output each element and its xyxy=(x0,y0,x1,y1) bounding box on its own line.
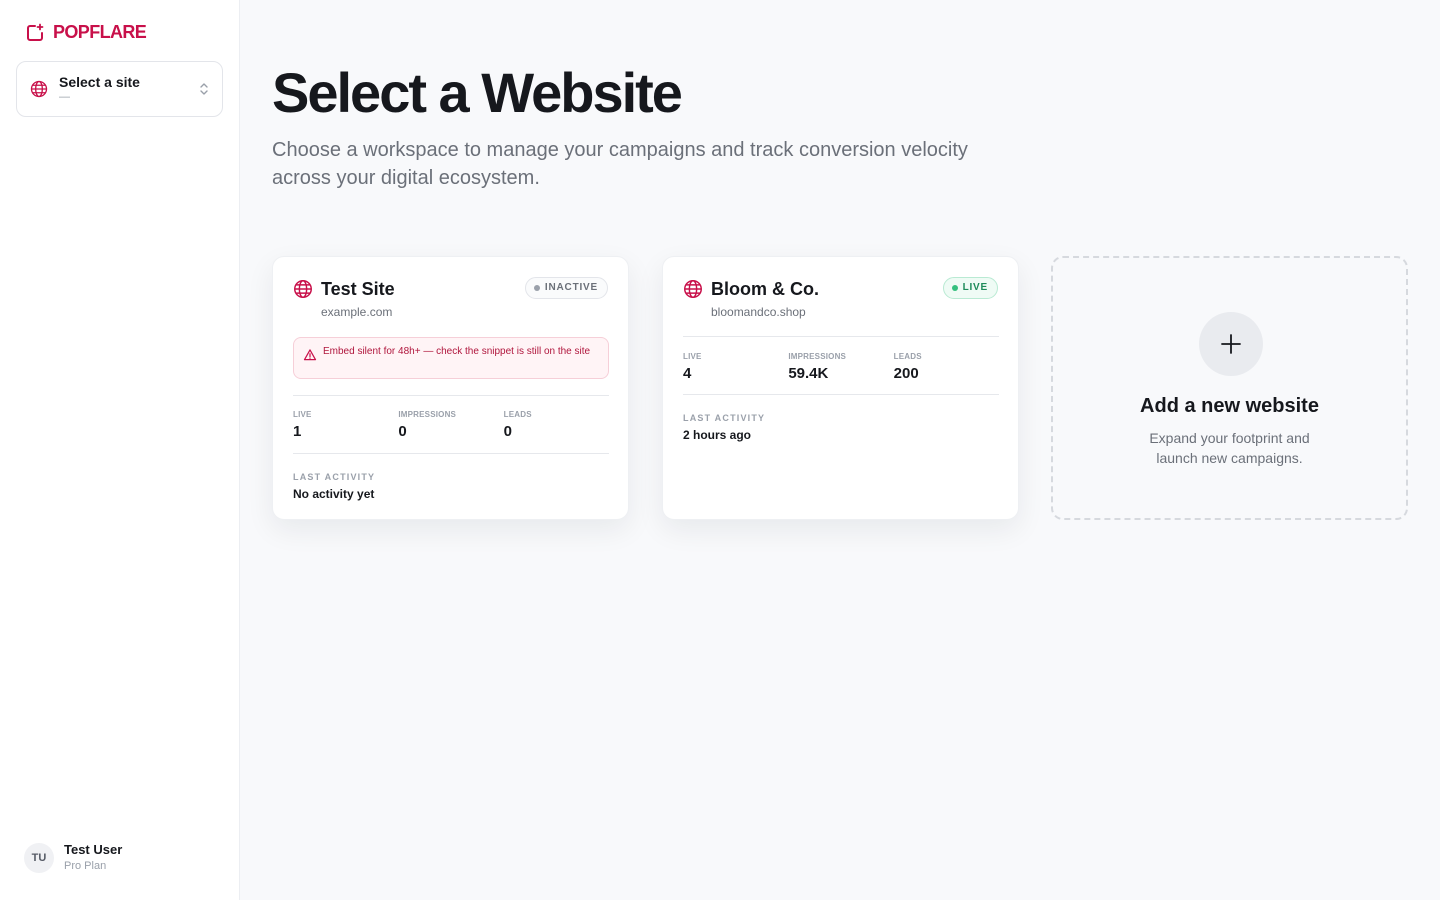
stat-leads: LEADS 0 xyxy=(504,409,609,441)
divider xyxy=(293,453,609,454)
divider xyxy=(683,394,999,395)
page-subtitle: Choose a workspace to manage your campai… xyxy=(272,139,968,189)
page-title: Select a Website xyxy=(272,61,683,124)
user-profile[interactable]: TU Test User Pro Plan xyxy=(24,842,122,873)
add-website-subtitle: Expand your footprint and launch new cam… xyxy=(1149,430,1310,466)
user-plan: Pro Plan xyxy=(64,860,107,872)
globe-icon xyxy=(684,280,702,298)
globe-icon xyxy=(30,80,48,98)
sparkle-square-icon xyxy=(27,23,44,41)
last-activity: LAST ACTIVITY No activity yet xyxy=(293,471,375,502)
add-website-title: Add a new website xyxy=(1140,395,1319,417)
stat-label: LEADS xyxy=(503,410,532,419)
stat-impressions: IMPRESSIONS 59.4K xyxy=(788,351,893,383)
status-badge: INACTIVE xyxy=(524,277,608,299)
chevron-up-down-icon xyxy=(200,83,208,95)
status-label: LIVE xyxy=(962,282,988,293)
globe-icon xyxy=(294,280,312,298)
site-name: Test Site xyxy=(321,279,395,299)
main-content: Select a Website Choose a workspace to m… xyxy=(240,0,1440,900)
stat-label: IMPRESSIONS xyxy=(788,352,847,361)
stat-value: 59.4K xyxy=(788,365,829,382)
status-dot xyxy=(533,285,540,291)
sidebar: POPFLARE Select a site — TU Test User Pr… xyxy=(0,0,240,900)
brand-logo[interactable]: POPFLARE xyxy=(25,22,147,43)
plus-icon xyxy=(1221,334,1241,354)
site-stats: LIVE 1 IMPRESSIONS 0 LEADS 0 xyxy=(293,409,609,441)
stat-value: 200 xyxy=(893,365,919,382)
warning-triangle-icon xyxy=(303,349,317,361)
site-selector[interactable]: Select a site — xyxy=(16,61,223,117)
alert-text: Embed silent for 48h+ — check the snippe… xyxy=(323,346,591,357)
embed-warning-alert: Embed silent for 48h+ — check the snippe… xyxy=(293,337,609,379)
status-badge: LIVE xyxy=(942,277,998,299)
site-selector-subtitle: — xyxy=(59,91,70,103)
status-dot xyxy=(951,285,958,291)
stat-label: LEADS xyxy=(893,352,922,361)
add-website-card[interactable]: Add a new website Expand your footprint … xyxy=(1051,256,1408,520)
last-activity: LAST ACTIVITY 2 hours ago xyxy=(683,412,765,443)
stat-value: 0 xyxy=(503,423,512,440)
add-website-button[interactable] xyxy=(1199,312,1263,376)
divider xyxy=(683,336,999,337)
site-card-test-site[interactable]: Test Site example.com INACTIVE Embed sil… xyxy=(272,256,629,520)
stat-label: IMPRESSIONS xyxy=(398,410,457,419)
stat-impressions: IMPRESSIONS 0 xyxy=(398,409,503,441)
stat-label: LIVE xyxy=(683,352,702,361)
activity-value: 2 hours ago xyxy=(683,428,752,442)
stat-leads: LEADS 200 xyxy=(894,351,999,383)
stat-label: LIVE xyxy=(293,410,312,419)
activity-label: LAST ACTIVITY xyxy=(293,472,376,482)
activity-label: LAST ACTIVITY xyxy=(683,413,766,423)
status-label: INACTIVE xyxy=(544,282,598,293)
activity-value: No activity yet xyxy=(293,487,375,501)
site-name: Bloom & Co. xyxy=(711,279,819,299)
user-name: Test User xyxy=(64,842,123,857)
stat-live: LIVE 4 xyxy=(683,351,788,383)
site-stats: LIVE 4 IMPRESSIONS 59.4K LEADS 200 xyxy=(683,351,999,383)
brand-name: POPFLARE xyxy=(53,22,147,42)
stat-value: 4 xyxy=(683,365,692,382)
site-domain: bloomandco.shop xyxy=(711,305,806,319)
divider xyxy=(293,395,609,396)
stat-value: 1 xyxy=(293,423,302,440)
site-domain: example.com xyxy=(321,305,393,319)
stat-live: LIVE 1 xyxy=(293,409,398,441)
avatar: TU xyxy=(24,842,54,873)
site-card-bloom-co[interactable]: Bloom & Co. bloomandco.shop LIVE LIVE 4 … xyxy=(662,256,1019,520)
site-selector-title: Select a site xyxy=(59,74,140,90)
stat-value: 0 xyxy=(398,423,407,440)
